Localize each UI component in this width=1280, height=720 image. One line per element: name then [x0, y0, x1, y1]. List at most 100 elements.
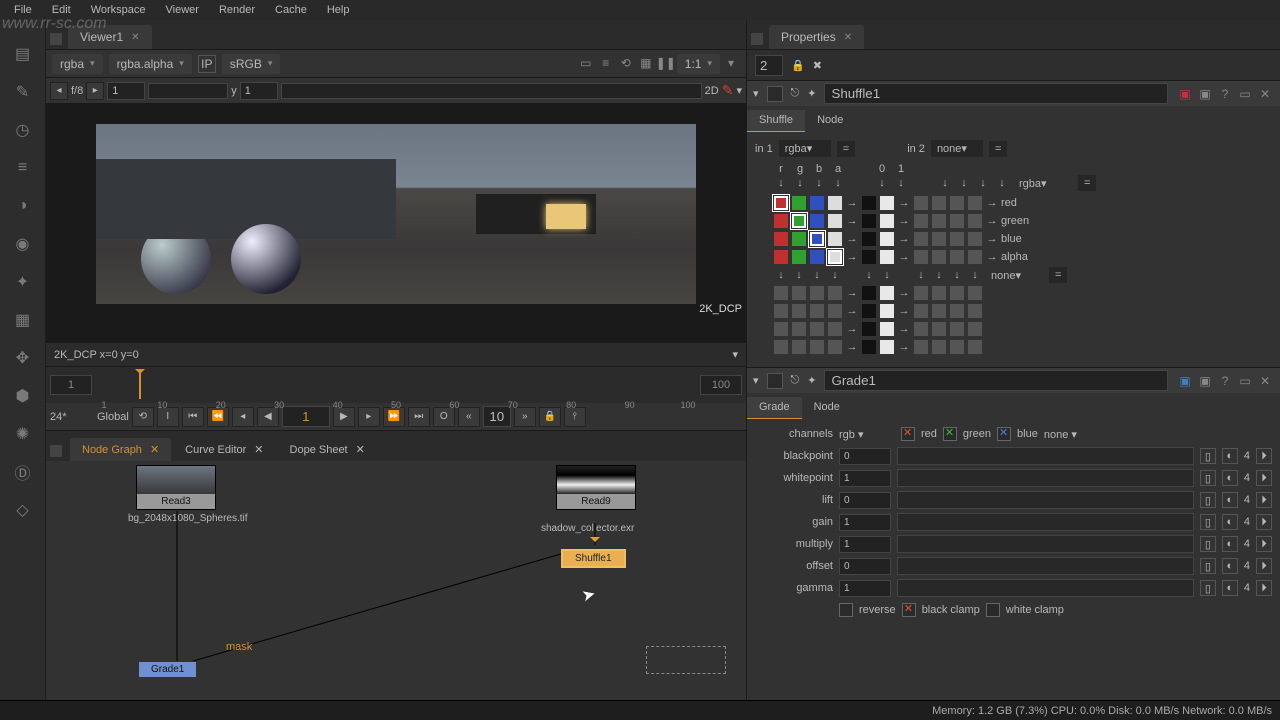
tool-channel-icon[interactable]: ≡ — [13, 158, 33, 178]
matrix-cell[interactable] — [809, 321, 825, 337]
matrix-cell[interactable] — [809, 339, 825, 355]
matrix-cell[interactable] — [827, 231, 843, 247]
close-icon[interactable]: ✕ — [844, 32, 852, 43]
green-check[interactable] — [943, 427, 957, 441]
matrix-cell[interactable] — [861, 195, 877, 211]
reverse-check[interactable] — [839, 603, 853, 617]
matrix-cell[interactable] — [791, 213, 807, 229]
matrix-cell[interactable] — [791, 285, 807, 301]
param-input[interactable] — [839, 492, 891, 509]
tab-dope-sheet[interactable]: Dope Sheet✕ — [278, 438, 377, 461]
matrix-cell[interactable] — [879, 285, 895, 301]
matrix-cell[interactable] — [827, 285, 843, 301]
matrix-cell[interactable] — [809, 285, 825, 301]
center-icon[interactable] — [767, 86, 783, 102]
param-input[interactable] — [839, 470, 891, 487]
color-slider-icon[interactable]: ▯ — [1200, 580, 1216, 596]
matrix-cell[interactable] — [949, 321, 965, 337]
matrix-cell[interactable] — [773, 321, 789, 337]
close-icon[interactable]: ✕ — [1256, 85, 1274, 103]
wand-icon[interactable]: ✦ — [807, 87, 816, 100]
chevron-down-icon[interactable]: ▾ — [753, 87, 759, 100]
tool-transform-icon[interactable]: ✥ — [13, 348, 33, 368]
roi-icon[interactable]: ▦ — [637, 54, 655, 72]
float-icon[interactable]: ▭ — [1236, 85, 1254, 103]
matrix-cell[interactable] — [791, 195, 807, 211]
close-icon[interactable]: ✕ — [254, 443, 263, 456]
last-frame-button[interactable]: ⏭ — [408, 407, 430, 427]
matrix-cell[interactable] — [949, 231, 965, 247]
tool-keyer-icon[interactable]: ✦ — [13, 272, 33, 292]
tab-node-graph[interactable]: Node Graph✕ — [70, 438, 171, 461]
color-wheel-icon[interactable]: ◐ — [1222, 514, 1238, 530]
matrix-cell[interactable] — [913, 321, 929, 337]
matrix-cell[interactable] — [861, 303, 877, 319]
close-icon[interactable]: ✕ — [356, 443, 365, 456]
red-check[interactable] — [901, 427, 915, 441]
color-slider-icon[interactable]: ▯ — [1200, 448, 1216, 464]
matrix-cell[interactable] — [773, 213, 789, 229]
anim-icon[interactable]: ⏵ — [1256, 580, 1272, 596]
color-wheel-icon[interactable]: ◐ — [1222, 536, 1238, 552]
timeline-playhead[interactable] — [139, 371, 141, 399]
panel-header-grade[interactable]: ▾ ⎋ ✦ ▣ ▣ ? ▭ ✕ — [747, 367, 1280, 393]
matrix-cell[interactable] — [791, 339, 807, 355]
mask-dropdown[interactable]: none ▾ — [1044, 428, 1077, 441]
revert-icon[interactable]: ▣ — [1176, 85, 1194, 103]
color-slider-icon[interactable]: ▯ — [1200, 514, 1216, 530]
stack-icon[interactable]: ≡ — [597, 54, 615, 72]
tool-draw-icon[interactable]: ✎ — [13, 82, 33, 102]
param-input[interactable] — [839, 448, 891, 465]
node-placeholder[interactable] — [646, 646, 726, 674]
tab-shuffle[interactable]: Shuffle — [747, 110, 805, 132]
matrix-cell[interactable] — [773, 285, 789, 301]
matrix-cell[interactable] — [827, 321, 843, 337]
matrix-cell[interactable] — [913, 231, 929, 247]
viewport[interactable]: 2K_DCP — [46, 104, 746, 343]
node-read9[interactable]: Read9 — [556, 465, 636, 510]
matrix-cell[interactable] — [827, 213, 843, 229]
matrix-cell[interactable] — [861, 213, 877, 229]
anim-icon[interactable]: ⏵ — [1256, 492, 1272, 508]
tab-grade[interactable]: Grade — [747, 397, 802, 419]
wipe-icon[interactable]: ▭ — [577, 54, 595, 72]
anim-icon[interactable]: ⏵ — [1256, 514, 1272, 530]
tool-time-icon[interactable]: ◷ — [13, 120, 33, 140]
matrix-cell[interactable] — [913, 249, 929, 265]
node-name-input[interactable] — [824, 370, 1168, 391]
layout-toggle-icon[interactable] — [751, 33, 763, 45]
out2-dropdown[interactable]: none▾ — [991, 269, 1047, 282]
param-slider[interactable] — [897, 469, 1194, 487]
anim-icon[interactable]: ⏵ — [1256, 470, 1272, 486]
pause-icon[interactable]: ❚❚ — [657, 54, 675, 72]
center-icon[interactable] — [767, 373, 783, 389]
matrix-cell[interactable] — [809, 213, 825, 229]
white-clamp-check[interactable] — [986, 603, 1000, 617]
matrix-cell[interactable] — [949, 285, 965, 301]
matrix-cell[interactable] — [913, 285, 929, 301]
matrix-cell[interactable] — [949, 303, 965, 319]
matrix-cell[interactable] — [967, 195, 983, 211]
anim-icon[interactable]: ⏵ — [1256, 558, 1272, 574]
gamma-slider[interactable] — [281, 83, 702, 99]
matrix-cell[interactable] — [879, 213, 895, 229]
props-count-input[interactable] — [755, 55, 783, 76]
matrix-cell[interactable] — [931, 321, 947, 337]
param-slider[interactable] — [897, 447, 1194, 465]
param-input[interactable] — [839, 558, 891, 575]
lock-icon[interactable]: 🔒 — [791, 59, 805, 72]
tab-node[interactable]: Node — [802, 397, 852, 419]
node-shuffle1[interactable]: Shuffle1 — [561, 549, 626, 568]
matrix-cell[interactable] — [967, 249, 983, 265]
matrix-cell[interactable] — [861, 321, 877, 337]
in2-dropdown[interactable]: none▾ — [931, 140, 983, 157]
matrix-cell[interactable] — [861, 285, 877, 301]
layout-toggle-icon[interactable] — [50, 445, 62, 457]
properties-tab[interactable]: Properties ✕ — [769, 25, 864, 49]
matrix-cell[interactable] — [949, 249, 965, 265]
matrix-cell[interactable] — [967, 303, 983, 319]
float-icon[interactable]: ▭ — [1236, 372, 1254, 390]
view-mode-dropdown[interactable]: 2D — [705, 85, 719, 97]
in1-dropdown[interactable]: rgba▾ — [779, 140, 831, 157]
color-slider-icon[interactable]: ▯ — [1200, 536, 1216, 552]
